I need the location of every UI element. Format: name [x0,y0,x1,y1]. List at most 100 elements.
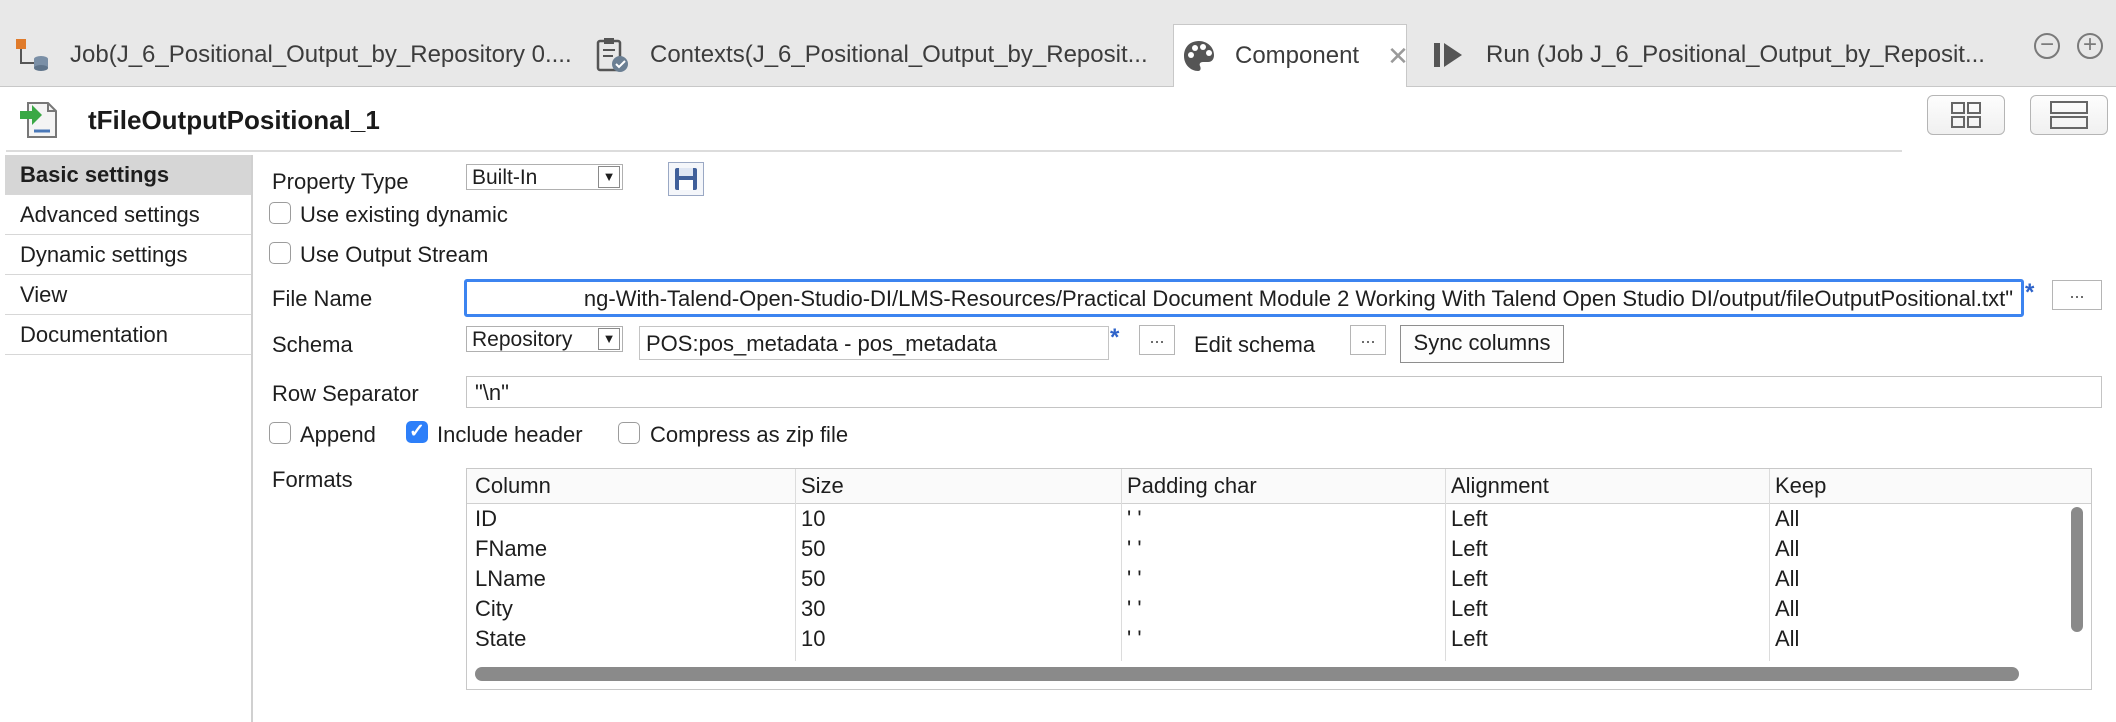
property-type-select[interactable]: Built-In ▼ [466,164,623,190]
append-checkbox[interactable] [269,422,291,444]
include-header-checkbox[interactable]: ✓ [406,421,428,443]
column-header-padding-char[interactable]: Padding char [1127,473,1257,499]
tab-contexts[interactable]: Contexts(J_6_Positional_Output_by_Reposi… [592,24,1148,86]
table-cell[interactable]: Left [1451,536,1488,562]
use-existing-dynamic-label: Use existing dynamic [300,202,508,227]
schema-repository-input[interactable]: POS:pos_metadata - pos_metadata [639,326,1109,360]
row-separator-label: Row Separator [272,381,419,406]
tab-contexts-label: Contexts(J_6_Positional_Output_by_Reposi… [650,41,1148,68]
table-cell[interactable]: City [475,596,513,622]
formats-label: Formats [272,467,353,492]
close-icon[interactable]: ✕ [1387,41,1409,72]
schema-browse-button[interactable]: ... [1139,325,1175,355]
table-cell[interactable]: Left [1451,566,1488,592]
file-output-icon [18,99,66,141]
compress-checkbox[interactable] [618,422,640,444]
tab-component[interactable]: Component ✕ [1173,24,1409,87]
save-icon[interactable] [668,162,704,196]
formats-table: Column Size Padding char Alignment Keep … [466,468,2092,690]
tab-component-label: Component [1235,42,1360,69]
table-cell[interactable]: FName [475,536,547,562]
table-cell[interactable]: 50 [801,536,825,562]
schema-label: Schema [272,332,353,357]
edit-schema-button[interactable]: ... [1350,325,1386,355]
table-cell[interactable]: ' ' [1127,506,1142,532]
column-header-keep[interactable]: Keep [1775,473,1826,499]
sync-columns-button[interactable]: Sync columns [1400,325,1564,363]
run-icon [1428,35,1468,75]
property-type-value: Built-In [472,166,538,189]
table-cell[interactable]: ' ' [1127,536,1142,562]
nav-item-basic-settings[interactable]: Basic settings [5,155,251,195]
column-header-column[interactable]: Column [475,473,551,499]
required-marker: * [2025,279,2035,306]
file-browse-button[interactable]: ... [2052,280,2102,310]
table-cell[interactable]: All [1775,506,1799,532]
layout-grid-button[interactable] [1927,95,2005,135]
column-divider [795,469,796,661]
tab-job-label: Job(J_6_Positional_Output_by_Repository … [70,41,572,68]
clipboard-check-icon [592,35,632,75]
component-header: tFileOutputPositional_1 [6,90,1902,152]
table-cell[interactable]: All [1775,566,1799,592]
table-cell[interactable]: State [475,626,526,652]
table-cell[interactable]: LName [475,566,546,592]
edit-schema-label: Edit schema [1194,332,1316,357]
table-cell[interactable]: All [1775,596,1799,622]
job-icon [12,35,52,75]
nav-item-advanced-settings[interactable]: Advanced settings [5,195,251,235]
layout-stacked-button[interactable] [2030,95,2108,135]
table-cell[interactable]: Left [1451,596,1488,622]
file-name-input[interactable]: ng-With-Talend-Open-Studio-DI/LMS-Resour… [464,279,2024,317]
file-name-value: ng-With-Talend-Open-Studio-DI/LMS-Resour… [583,286,2013,311]
column-header-size[interactable]: Size [801,473,844,499]
table-cell[interactable]: All [1775,626,1799,652]
nav-item-documentation[interactable]: Documentation [5,315,251,355]
table-cell[interactable]: ID [475,506,497,532]
row-separator-input[interactable]: "\n" [466,376,2102,408]
property-type-label: Property Type [272,169,409,194]
chevron-down-icon: ▼ [598,328,620,350]
settings-nav: Basic settings Advanced settings Dynamic… [5,155,253,722]
table-cell[interactable]: Left [1451,626,1488,652]
horizontal-scrollbar[interactable] [475,667,2019,681]
maximize-icon[interactable]: + [2077,33,2103,59]
use-output-stream-label: Use Output Stream [300,242,489,267]
component-title: tFileOutputPositional_1 [88,104,380,135]
table-cell[interactable]: Left [1451,506,1488,532]
table-cell[interactable]: 10 [801,626,825,652]
tab-job[interactable]: Job(J_6_Positional_Output_by_Repository … [12,24,572,86]
table-cell[interactable]: ' ' [1127,566,1142,592]
minimize-icon[interactable]: − [2034,33,2060,59]
vertical-scrollbar[interactable] [2071,507,2083,632]
editor-tab-bar: Job(J_6_Positional_Output_by_Repository … [0,0,2116,87]
column-divider [1121,469,1122,661]
table-cell[interactable]: 30 [801,596,825,622]
schema-value: POS:pos_metadata - pos_metadata [646,331,997,356]
include-header-label: Include header [437,422,583,447]
schema-required-marker: * [1110,324,1120,351]
table-header [467,469,2091,504]
column-divider [1769,469,1770,661]
column-header-alignment[interactable]: Alignment [1451,473,1549,499]
chevron-down-icon: ▼ [598,166,620,188]
tab-run-label: Run (Job J_6_Positional_Output_by_Reposi… [1486,41,1985,68]
column-divider [1445,469,1446,661]
schema-type-select[interactable]: Repository ▼ [466,326,623,352]
table-cell[interactable]: ' ' [1127,626,1142,652]
nav-item-view[interactable]: View [5,275,251,315]
file-name-label: File Name [272,286,373,311]
use-output-stream-checkbox[interactable] [269,242,291,264]
table-cell[interactable]: ' ' [1127,596,1142,622]
compress-label: Compress as zip file [650,422,849,447]
table-cell[interactable]: 50 [801,566,825,592]
table-cell[interactable]: 10 [801,506,825,532]
tab-run[interactable]: Run (Job J_6_Positional_Output_by_Reposi… [1428,24,1985,86]
schema-type-value: Repository [472,328,573,351]
nav-item-dynamic-settings[interactable]: Dynamic settings [5,235,251,275]
append-label: Append [300,422,376,447]
palette-icon [1181,36,1217,76]
row-separator-value: "\n" [475,380,509,405]
table-cell[interactable]: All [1775,536,1799,562]
use-existing-dynamic-checkbox[interactable] [269,202,291,224]
